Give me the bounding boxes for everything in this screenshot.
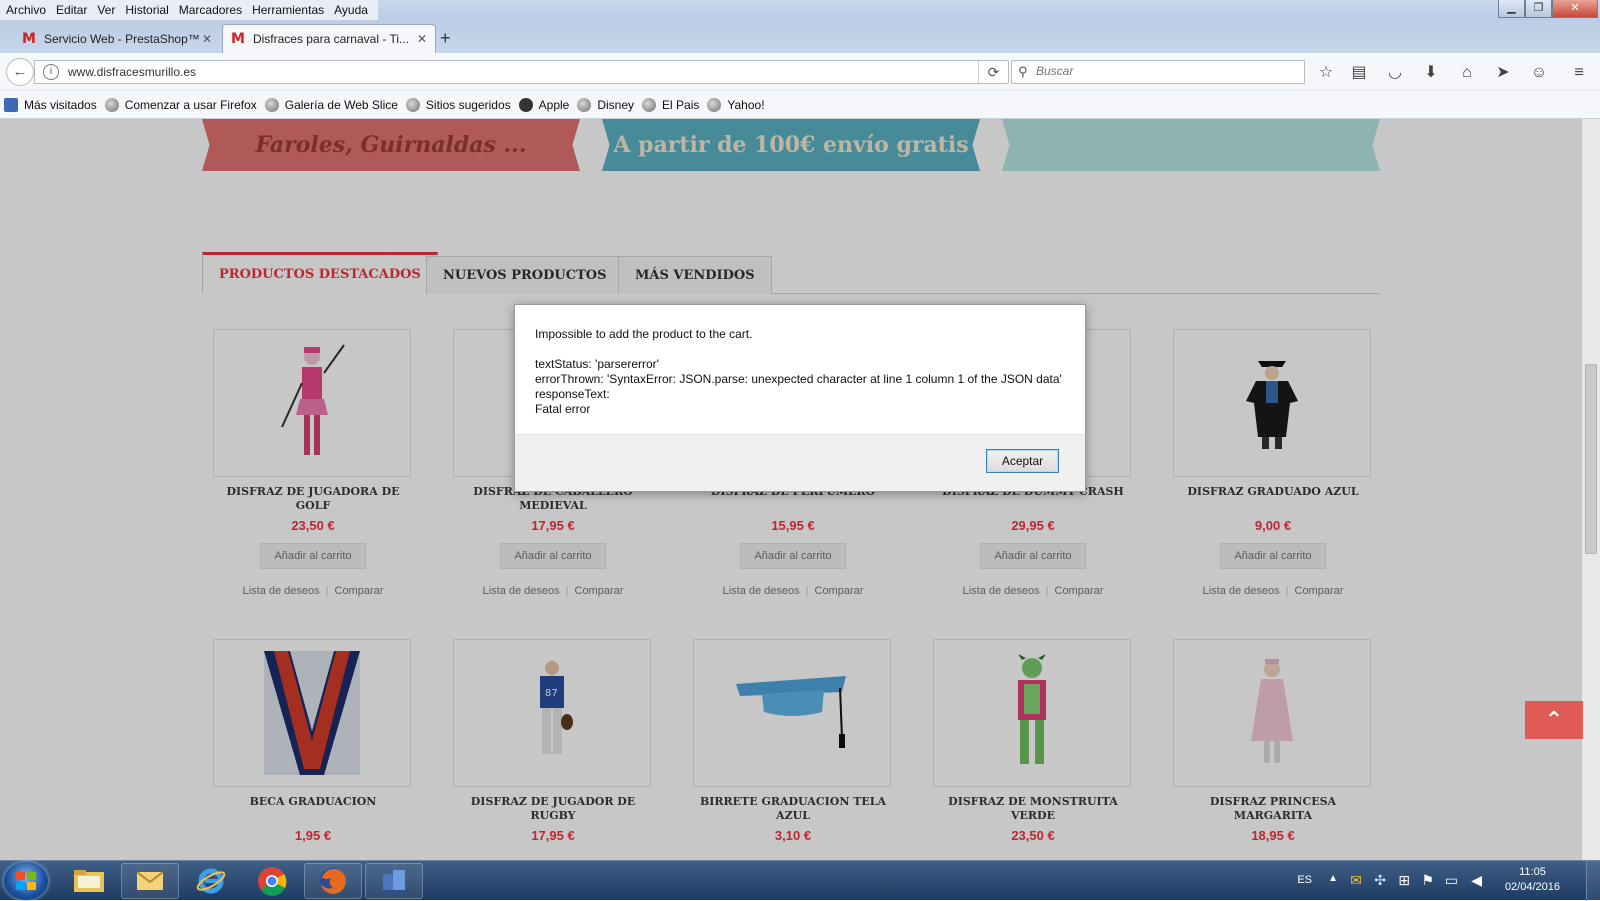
apple-icon — [518, 98, 533, 112]
internet-explorer-icon[interactable] — [182, 863, 240, 899]
alert-dialog: Impossible to add the product to the car… — [514, 304, 1086, 492]
bookmark-label: Apple — [538, 98, 570, 112]
reload-icon[interactable]: ⟳ — [978, 61, 1008, 83]
search-icon: ⚲ — [1018, 64, 1028, 79]
menu-ayuda[interactable]: Ayuda — [334, 3, 368, 17]
download-icon[interactable]: ⬇ — [1420, 63, 1442, 83]
bookmarks-toolbar: Más visitados Comenzar a usar Firefox Ga… — [0, 92, 1600, 119]
scroll-thumb[interactable] — [1585, 364, 1597, 554]
alert-message: Impossible to add the product to the car… — [535, 327, 1062, 416]
bookmark-folder-icon — [4, 98, 18, 112]
pocket-icon[interactable]: ◡ — [1384, 63, 1406, 83]
bookmark-elpais[interactable]: El Pais — [642, 98, 699, 112]
network-icon[interactable]: ▭ — [1445, 872, 1458, 889]
bookmark-yahoo[interactable]: Yahoo! — [707, 98, 765, 112]
globe-icon — [642, 98, 657, 112]
bookmark-star-icon[interactable]: ☆ — [1315, 63, 1337, 83]
scroll-to-top-button[interactable]: ⌃ — [1525, 701, 1583, 739]
tab-title: Servicio Web - PrestaShop™ — [43, 31, 200, 46]
page-scrollbar[interactable] — [1582, 119, 1600, 860]
windows-tray-icon[interactable]: ⊞ — [1398, 872, 1410, 889]
clock[interactable]: 11:05 02/04/2016 — [1505, 865, 1560, 895]
tab-strip: M Servicio Web - PrestaShop™ ✕ M Disfrac… — [0, 20, 1600, 53]
tab-disfraces[interactable]: M Disfraces para carnaval - Ti... ✕ — [222, 24, 436, 53]
file-explorer-icon[interactable] — [60, 863, 118, 899]
volume-icon[interactable]: ◀ — [1471, 872, 1482, 889]
sync-icon[interactable]: ✣ — [1374, 872, 1386, 889]
tab-title: Disfraces para carnaval - Ti... — [252, 32, 409, 46]
navigation-bar: i www.disfracesmurillo.es ⟳ ← ⚲ ☆ ▤ ◡ ⬇ … — [0, 53, 1600, 91]
globe-icon — [405, 98, 420, 112]
send-icon[interactable]: ➤ — [1492, 63, 1514, 83]
show-desktop-button[interactable] — [1586, 861, 1600, 901]
menu-marcadores[interactable]: Marcadores — [179, 3, 242, 17]
search-box[interactable]: ⚲ — [1011, 60, 1305, 84]
close-tab-icon[interactable]: ✕ — [417, 32, 427, 46]
window-controls: ▁ ❐ ✕ — [1498, 0, 1598, 18]
clock-date: 02/04/2016 — [1504, 881, 1560, 893]
menu-ver[interactable]: Ver — [97, 3, 115, 17]
globe-icon — [577, 98, 592, 112]
reading-list-icon[interactable]: ▤ — [1348, 63, 1370, 83]
close-window-button[interactable]: ✕ — [1552, 0, 1598, 18]
chat-icon[interactable]: ☺ — [1528, 63, 1550, 83]
menu-bar: Archivo Editar Ver Historial Marcadores … — [0, 0, 378, 20]
aceptar-button[interactable]: Aceptar — [986, 449, 1059, 473]
gmail-favicon-icon: M — [231, 31, 245, 47]
action-center-flag-icon[interactable]: ⚑ — [1421, 872, 1434, 889]
home-icon[interactable]: ⌂ — [1456, 63, 1478, 83]
tab-prestashop[interactable]: M Servicio Web - PrestaShop™ ✕ — [14, 24, 220, 53]
bookmark-label: Más visitados — [24, 98, 97, 112]
bookmark-comenzar[interactable]: Comenzar a usar Firefox — [104, 98, 257, 112]
new-tab-button[interactable]: + — [440, 28, 451, 49]
hamburger-menu-icon[interactable]: ≡ — [1568, 63, 1590, 83]
back-button[interactable]: ← — [6, 58, 34, 86]
bookmark-label: Disney — [597, 98, 635, 112]
taskbar: ES ▲ ✉ ✣ ⊞ ⚑ ▭ ◀ 11:05 02/04/2016 — [0, 860, 1600, 901]
search-input[interactable] — [1036, 64, 1296, 78]
info-icon[interactable]: i — [43, 64, 59, 80]
bookmark-galeria[interactable]: Galería de Web Slice — [264, 98, 398, 112]
dialog-footer: Aceptar — [515, 434, 1085, 491]
globe-icon — [104, 98, 119, 112]
minimize-button[interactable]: ▁ — [1498, 0, 1525, 18]
gmail-favicon-icon: M — [22, 30, 36, 47]
menu-historial[interactable]: Historial — [125, 3, 168, 17]
maximize-button[interactable]: ❐ — [1525, 0, 1552, 18]
language-indicator[interactable]: ES — [1297, 874, 1312, 886]
firefox-icon[interactable] — [304, 863, 362, 899]
bookmark-label: Sitios sugeridos — [425, 98, 511, 112]
clock-time: 11:05 — [1519, 866, 1546, 878]
outlook-tray-icon[interactable]: ✉ — [1350, 872, 1362, 889]
close-tab-icon[interactable]: ✕ — [202, 32, 212, 46]
show-hidden-icons-icon[interactable]: ▲ — [1328, 873, 1338, 884]
outlook-icon[interactable] — [121, 863, 179, 899]
globe-icon — [264, 98, 279, 112]
url-bar[interactable]: i www.disfracesmurillo.es ⟳ — [34, 60, 1009, 84]
globe-icon — [707, 98, 722, 112]
bookmark-label: El Pais — [662, 98, 700, 112]
start-button[interactable] — [4, 862, 48, 900]
bookmark-disney[interactable]: Disney — [577, 98, 634, 112]
menu-editar[interactable]: Editar — [56, 3, 87, 17]
bookmark-sitios[interactable]: Sitios sugeridos — [405, 98, 511, 112]
bookmark-mas-visitados[interactable]: Más visitados — [4, 98, 97, 112]
bookmark-label: Galería de Web Slice — [284, 98, 398, 112]
chrome-icon[interactable] — [243, 863, 301, 899]
bookmark-label: Comenzar a usar Firefox — [124, 98, 257, 112]
menu-archivo[interactable]: Archivo — [6, 3, 46, 17]
bookmark-label: Yahoo! — [727, 98, 765, 112]
windows-logo-icon — [16, 872, 36, 890]
bookmark-apple[interactable]: Apple — [518, 98, 570, 112]
url-text[interactable]: www.disfracesmurillo.es — [68, 65, 196, 79]
network-app-icon[interactable] — [365, 863, 423, 899]
menu-herramientas[interactable]: Herramientas — [252, 3, 324, 17]
